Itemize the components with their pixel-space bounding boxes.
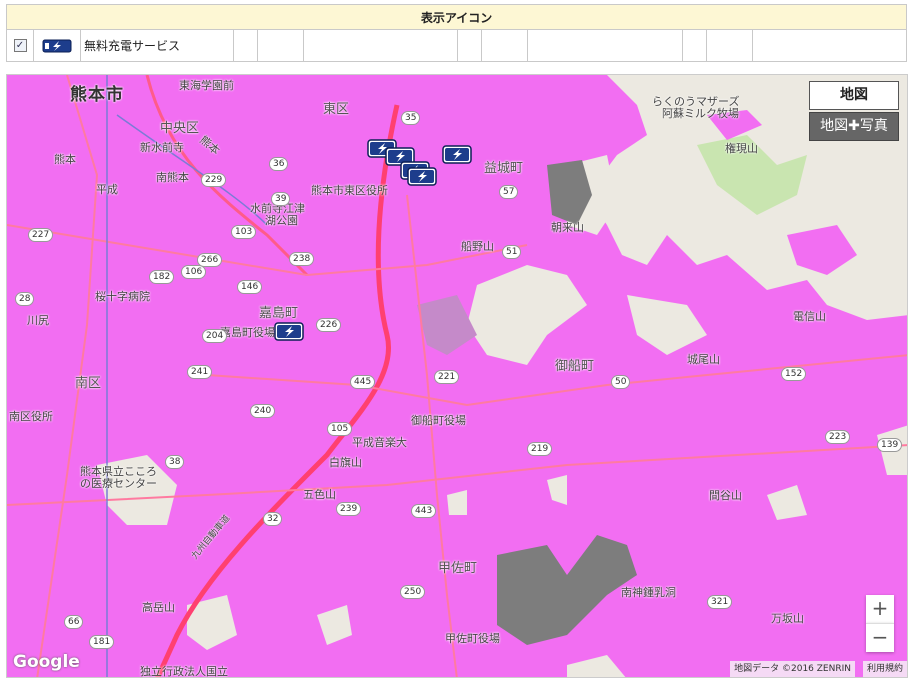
route-shield: 66	[64, 615, 84, 629]
route-shield: 250	[400, 585, 426, 599]
google-logo: Google	[13, 652, 80, 672]
label-sakuraju: 桜十字病院	[95, 290, 150, 303]
label-takarayama: 高岳山	[142, 601, 175, 614]
label-shirohata: 白旗山	[329, 456, 362, 469]
route-shield: 229	[201, 173, 227, 187]
zoom-out-button[interactable]: −	[866, 623, 894, 652]
label-mifune: 御船町	[555, 359, 595, 374]
route-shield: 223	[825, 430, 851, 444]
route-shield: 28	[15, 292, 35, 306]
route-shield: 182	[149, 270, 175, 284]
route-shield: 219	[527, 442, 553, 456]
route-shield: 321	[707, 595, 733, 609]
route-shield: 39	[271, 192, 291, 206]
label-kashima: 嘉島町	[259, 306, 299, 321]
label-kashima-office: 嘉島町役場	[220, 326, 275, 339]
label-minami-ku: 南区	[75, 376, 102, 391]
route-shield: 227	[28, 228, 54, 242]
zoom-in-button[interactable]: +	[866, 595, 894, 623]
label-kosui-koen: 湖公園	[265, 214, 298, 227]
route-shield: 51	[502, 245, 522, 259]
route-shield: 152	[781, 367, 807, 381]
legend-item-label: 無料充電サービス	[80, 29, 234, 62]
route-shield: 50	[611, 375, 631, 389]
label-minami-kumamoto: 南熊本	[156, 171, 189, 184]
label-joryozan: 城尾山	[687, 353, 720, 366]
label-higashi-ku: 東区	[323, 102, 350, 117]
label-nanjin-cave: 南神鍾乳洞	[621, 586, 676, 599]
label-higashi-gakuen: 東海学園前	[179, 79, 234, 92]
label-higashi-kuyakusho: 熊本市東区役所	[311, 184, 388, 197]
map-data-attribution: 地図データ ©2016 ZENRIN	[730, 661, 855, 677]
label-kokoro-center-2: の医療センター	[80, 477, 157, 490]
label-kumamoto-city: 熊本市	[70, 85, 124, 105]
label-minami-kuyakusho: 南区役所	[9, 410, 53, 423]
terms-link[interactable]: 利用規約	[862, 661, 907, 677]
route-shield: 103	[231, 225, 257, 239]
route-shield: 240	[250, 404, 276, 418]
route-shield: 146	[237, 280, 263, 294]
ev-charger-marker[interactable]	[442, 145, 472, 164]
legend-table: 表示アイコン ✓ 無料充電サービス	[5, 4, 908, 62]
route-shield: 57	[499, 185, 519, 199]
route-shield: 226	[316, 318, 342, 332]
legend-header: 表示アイコン	[5, 4, 908, 30]
route-shield: 38	[165, 455, 185, 469]
label-mayuyama: 間谷山	[709, 489, 742, 502]
label-gongenyama: 権現山	[725, 142, 758, 155]
label-dokuritsu: 独立行政法人国立	[140, 665, 228, 678]
map-canvas[interactable]: 熊本市 東海学園前 東区 中央区 新水前寺 熊本 南熊本 平成 熊本市東区役所 …	[6, 74, 908, 678]
label-mashiki: 益城町	[484, 161, 524, 176]
route-shield: 35	[401, 111, 421, 125]
label-goshiki: 五色山	[303, 488, 336, 501]
label-kawashiri: 川尻	[27, 314, 49, 327]
route-shield: 238	[289, 252, 315, 266]
label-shin-suizenji: 新水前寺	[140, 141, 184, 154]
label-denshinyama: 電信山	[793, 310, 826, 323]
map-type-hybrid-button[interactable]: 地図✚写真	[809, 112, 899, 141]
route-shield: 36	[269, 157, 289, 171]
label-mifune-office: 御船町役場	[411, 414, 466, 427]
route-shield: 221	[434, 370, 460, 384]
route-shield: 204	[202, 329, 228, 343]
label-heisei-ongaku: 平成音楽大	[352, 436, 407, 449]
label-kosa-office: 甲佐町役場	[445, 632, 500, 645]
label-asakuyama: 朝来山	[551, 221, 584, 234]
label-funanoyama: 船野山	[461, 240, 494, 253]
route-shield: 105	[327, 422, 353, 436]
ev-charger-marker[interactable]	[407, 167, 437, 186]
route-shield: 106	[181, 265, 207, 279]
route-shield: 139	[877, 438, 903, 452]
ev-charger-marker[interactable]	[274, 322, 304, 341]
label-mansaka: 万坂山	[771, 612, 804, 625]
route-shield: 241	[187, 365, 213, 379]
label-heisei: 平成	[96, 183, 118, 196]
route-shield: 32	[263, 512, 283, 526]
label-kosa: 甲佐町	[438, 561, 478, 576]
label-chuo-ku: 中央区	[160, 121, 200, 136]
map-type-map-button[interactable]: 地図	[809, 81, 899, 110]
route-shield: 239	[336, 502, 362, 516]
route-shield: 181	[89, 635, 115, 649]
show-icon-checkbox[interactable]: ✓	[13, 39, 27, 52]
route-shield: 445	[350, 375, 376, 389]
label-aso-milk: 阿蘇ミルク牧場	[662, 107, 739, 120]
route-shield: 443	[411, 504, 437, 518]
ev-charger-icon	[42, 39, 72, 52]
label-kumamoto: 熊本	[54, 153, 76, 166]
